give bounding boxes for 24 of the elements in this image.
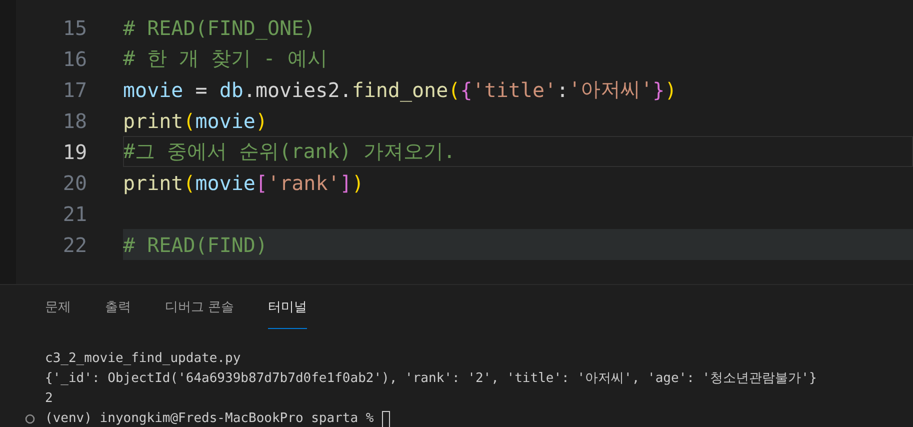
code-line: #그 중에서 순위(rank) 가져오기. bbox=[123, 136, 913, 167]
line-number: 20 bbox=[62, 170, 87, 194]
panel-tab[interactable]: 터미널 bbox=[268, 285, 308, 329]
code-line: movie = db.movies2.find_one({'title':'아저씨'}) bbox=[123, 76, 678, 104]
line-number: 16 bbox=[62, 46, 87, 70]
status-circle-icon bbox=[25, 414, 35, 424]
panel-tab[interactable]: 문제 bbox=[45, 285, 71, 329]
line-number: 22 bbox=[62, 232, 87, 256]
line-number: 17 bbox=[62, 78, 87, 102]
terminal-prompt: (venv) inyongkim@Freds-MacBookPro sparta % bbox=[45, 410, 374, 427]
terminal-output-line: {'_id': ObjectId('64a6939b87d7b7d0fe1f0ab2'), 'rank': '2', 'title': '아저씨', 'age': '청소년관람불가'} bbox=[45, 370, 818, 388]
terminal-output-line: c3_2_movie_find_update.py bbox=[45, 350, 242, 368]
code-line: # 한 개 찾기 - 예시 bbox=[123, 45, 328, 72]
panel-tab[interactable]: 디버그 콘솔 bbox=[165, 285, 234, 329]
line-number: 18 bbox=[62, 108, 87, 132]
code-line: print(movie) bbox=[123, 108, 269, 134]
panel-tab[interactable]: 출력 bbox=[105, 285, 131, 329]
terminal-output-line: 2 bbox=[45, 390, 54, 408]
line-number: 15 bbox=[62, 16, 87, 40]
line-number: 19 bbox=[62, 140, 87, 164]
terminal-cursor bbox=[382, 410, 390, 427]
code-line: print(movie['rank']) bbox=[123, 170, 365, 196]
line-number: 21 bbox=[62, 202, 87, 226]
code-line: # READ(FIND_ONE) bbox=[123, 14, 317, 42]
